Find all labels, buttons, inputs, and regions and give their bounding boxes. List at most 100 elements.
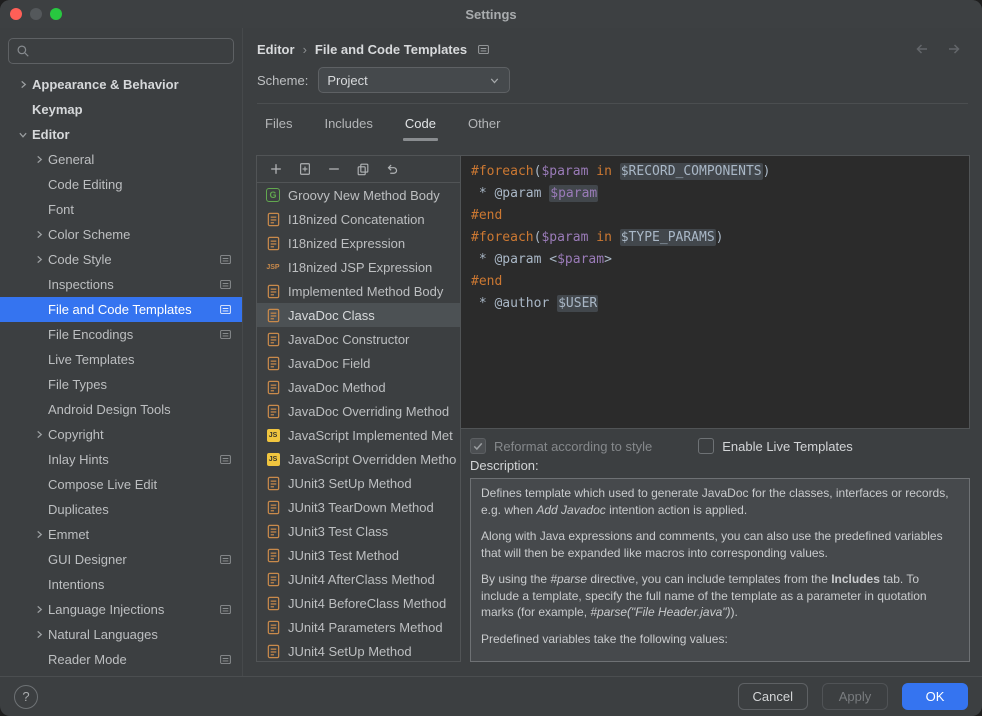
template-list-item-javadoc-class[interactable]: JavaDoc Class: [257, 303, 460, 327]
reset-to-default-icon[interactable]: [384, 161, 400, 177]
template-list-item-junit3-test-method[interactable]: JUnit3 Test Method: [257, 543, 460, 567]
settings-tree: Appearance & BehaviorKeymapEditorGeneral…: [0, 72, 242, 676]
template-list-item-javadoc-field[interactable]: JavaDoc Field: [257, 351, 460, 375]
template-list-item-junit3-teardown-method[interactable]: JUnit3 TearDown Method: [257, 495, 460, 519]
template-list-item-junit3-test-class[interactable]: JUnit3 Test Class: [257, 519, 460, 543]
chevron-right-icon[interactable]: [30, 605, 48, 614]
description-paragraph: By using the #parse directive, you can i…: [481, 571, 959, 621]
sidebar-item-file-and-code-templates[interactable]: File and Code Templates: [0, 297, 242, 322]
minimize-window-button[interactable]: [30, 8, 42, 20]
settings-search-box[interactable]: [8, 38, 234, 64]
sidebar-item-label: Code Editing: [48, 177, 122, 192]
template-list-item-junit4-beforeclass-method[interactable]: JUnit4 BeforeClass Method: [257, 591, 460, 615]
sidebar-item-duplicates[interactable]: Duplicates: [0, 497, 242, 522]
sidebar-item-font[interactable]: Font: [0, 197, 242, 222]
scheme-row: Scheme: Project: [257, 66, 968, 104]
sidebar-item-inspections[interactable]: Inspections: [0, 272, 242, 297]
sidebar-item-emmet[interactable]: Emmet: [0, 522, 242, 547]
back-button[interactable]: [914, 41, 930, 57]
template-list-item-junit4-setup-method[interactable]: JUnit4 SetUp Method: [257, 639, 460, 661]
template-name: JUnit3 Test Class: [288, 524, 388, 539]
sidebar-item-live-templates[interactable]: Live Templates: [0, 347, 242, 372]
tab-includes[interactable]: Includes: [322, 104, 374, 142]
template-list-item-groovy-new-method-body[interactable]: GGroovy New Method Body: [257, 183, 460, 207]
template-list-item-junit4-parameters-method[interactable]: JUnit4 Parameters Method: [257, 615, 460, 639]
forward-button[interactable]: [946, 41, 962, 57]
sidebar-item-inlay-hints[interactable]: Inlay Hints: [0, 447, 242, 472]
template-list-item-junit3-setup-method[interactable]: JUnit3 SetUp Method: [257, 471, 460, 495]
sidebar-item-label: Font: [48, 202, 74, 217]
chevron-down-icon[interactable]: [19, 126, 28, 144]
template-name: JUnit4 AfterClass Method: [288, 572, 435, 587]
breadcrumb-editor[interactable]: Editor: [257, 42, 295, 57]
add-template-icon[interactable]: [268, 161, 284, 177]
close-window-button[interactable]: [10, 8, 22, 20]
chevron-down-icon: [488, 74, 501, 87]
sidebar-item-intentions[interactable]: Intentions: [0, 572, 242, 597]
page-header: Editor › File and Code Templates: [257, 36, 968, 62]
sidebar-item-copyright[interactable]: Copyright: [0, 422, 242, 447]
ok-button[interactable]: OK: [902, 683, 968, 710]
template-list-item-javascript-implemented-met[interactable]: JSJavaScript Implemented Met: [257, 423, 460, 447]
tab-other[interactable]: Other: [466, 104, 503, 142]
template-list-item-javascript-overridden-metho[interactable]: JSJavaScript Overridden Metho: [257, 447, 460, 471]
template-list-item-implemented-method-body[interactable]: Implemented Method Body: [257, 279, 460, 303]
template-file-icon: [265, 332, 281, 347]
sidebar-item-code-style[interactable]: Code Style: [0, 247, 242, 272]
chevron-right-icon[interactable]: [30, 230, 48, 239]
chevron-right-icon[interactable]: [30, 155, 48, 164]
template-list-item-i18nized-jsp-expression[interactable]: JSPI18nized JSP Expression: [257, 255, 460, 279]
settings-search-input[interactable]: [35, 43, 226, 60]
create-child-template-icon[interactable]: [297, 161, 313, 177]
sidebar-item-general[interactable]: General: [0, 147, 242, 172]
template-editor[interactable]: #foreach($param in $RECORD_COMPONENTS) *…: [460, 155, 970, 429]
template-list-item-javadoc-constructor[interactable]: JavaDoc Constructor: [257, 327, 460, 351]
sidebar-item-file-encodings[interactable]: File Encodings: [0, 322, 242, 347]
template-list-item-i18nized-expression[interactable]: I18nized Expression: [257, 231, 460, 255]
tab-code[interactable]: Code: [403, 104, 438, 142]
sidebar-item-language-injections[interactable]: Language Injections: [0, 597, 242, 622]
sidebar-item-android-design-tools[interactable]: Android Design Tools: [0, 397, 242, 422]
chevron-right-icon[interactable]: [30, 630, 48, 639]
sidebar-item-code-editing[interactable]: Code Editing: [0, 172, 242, 197]
sidebar-item-reader-mode[interactable]: Reader Mode: [0, 647, 242, 672]
groovy-file-icon: G: [265, 188, 281, 202]
apply-button[interactable]: Apply: [822, 683, 888, 710]
sidebar-item-appearance-behavior[interactable]: Appearance & Behavior: [0, 72, 242, 97]
scheme-select[interactable]: Project: [318, 67, 510, 93]
enable-live-templates-checkbox[interactable]: Enable Live Templates: [698, 438, 853, 454]
template-list-item-i18nized-concatenation[interactable]: I18nized Concatenation: [257, 207, 460, 231]
sidebar-item-color-scheme[interactable]: Color Scheme: [0, 222, 242, 247]
template-list-item-javadoc-method[interactable]: JavaDoc Method: [257, 375, 460, 399]
history-navigation: [914, 41, 968, 57]
chevron-right-icon[interactable]: [30, 255, 48, 264]
cancel-button[interactable]: Cancel: [738, 683, 808, 710]
chevron-right-icon[interactable]: [30, 430, 48, 439]
sidebar-item-label: Emmet: [48, 527, 89, 542]
sidebar-item-natural-languages[interactable]: Natural Languages: [0, 622, 242, 647]
template-file-icon: [265, 644, 281, 659]
reformat-checkbox[interactable]: Reformat according to style: [470, 438, 652, 454]
description-paragraph: Predefined variables take the following …: [481, 631, 959, 648]
sidebar-item-gui-designer[interactable]: GUI Designer: [0, 547, 242, 572]
templates-content: GGroovy New Method BodyI18nized Concaten…: [243, 142, 982, 676]
template-name: JavaScript Implemented Met: [288, 428, 453, 443]
template-list-item-javadoc-overriding-method[interactable]: JavaDoc Overriding Method: [257, 399, 460, 423]
help-button[interactable]: ?: [14, 685, 38, 709]
copy-template-icon[interactable]: [355, 161, 371, 177]
search-icon: [16, 44, 30, 58]
sidebar-item-compose-live-edit[interactable]: Compose Live Edit: [0, 472, 242, 497]
breadcrumb: Editor › File and Code Templates: [257, 42, 490, 57]
sidebar-item-editor[interactable]: Editor: [0, 122, 242, 147]
remove-template-icon[interactable]: [326, 161, 342, 177]
template-name: Implemented Method Body: [288, 284, 443, 299]
template-list-item-junit4-afterclass-method[interactable]: JUnit4 AfterClass Method: [257, 567, 460, 591]
zoom-window-button[interactable]: [50, 8, 62, 20]
chevron-right-icon[interactable]: [14, 80, 32, 89]
sidebar-item-file-types[interactable]: File Types: [0, 372, 242, 397]
tab-files[interactable]: Files: [263, 104, 294, 142]
sidebar-item-keymap[interactable]: Keymap: [0, 97, 242, 122]
sidebar-item-label: File Encodings: [48, 327, 133, 342]
chevron-right-icon[interactable]: [30, 530, 48, 539]
per-project-settings-icon: [219, 653, 232, 666]
